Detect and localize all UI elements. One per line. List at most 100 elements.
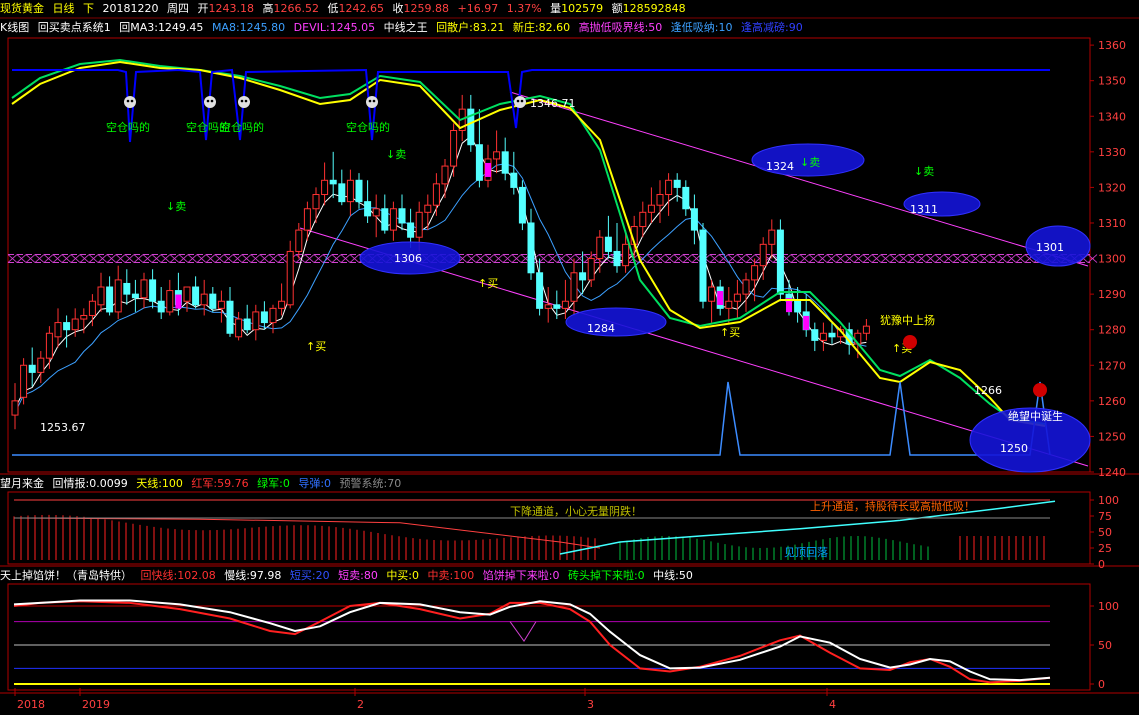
candle-up <box>286 250 294 306</box>
candle-up <box>295 229 303 252</box>
candle-down <box>682 186 690 210</box>
candle-down <box>63 322 71 331</box>
chart-type-label[interactable]: K线图 <box>0 21 29 34</box>
candle-down <box>776 229 784 295</box>
candle-up <box>321 179 329 196</box>
p3-tick-label: 0 <box>1098 678 1105 691</box>
devil-value: DEVIL:1245.05 <box>293 21 376 34</box>
skull-eye <box>244 99 248 103</box>
fast-line <box>13 600 1051 684</box>
candle-down <box>338 183 346 203</box>
candle-up <box>432 183 440 206</box>
candle-up <box>45 332 53 359</box>
panel2-name[interactable]: 望月来金 <box>0 477 44 490</box>
skull-eye <box>516 99 520 103</box>
panel3-short-buy: 短买:20 <box>289 569 330 582</box>
candle-up <box>140 279 148 299</box>
retail-value: 回散户:83.21 <box>436 21 505 34</box>
candle-up <box>372 208 380 217</box>
skull-eye <box>240 99 244 103</box>
empty-position-label: 空仓吗的 <box>220 120 264 134</box>
price-tick-label: 1330 <box>1098 146 1126 159</box>
candle-down <box>364 201 372 217</box>
close-field: 收1259.88 <box>392 2 450 15</box>
candle-up <box>665 179 673 196</box>
candle-up <box>759 243 767 267</box>
candle-up <box>415 211 423 238</box>
candle-up <box>596 236 604 260</box>
king-label: 中线之王 <box>383 21 428 34</box>
candle-down <box>536 272 544 309</box>
panel3-mid-buy: 中买:0 <box>386 569 420 582</box>
empty-position-label: 空仓吗的 <box>346 120 390 134</box>
panel2-warn: 预警系统:70 <box>339 477 402 490</box>
system-label[interactable]: 回买卖点系统1 <box>38 21 111 34</box>
low-buy-value: 逢低吸纳:10 <box>670 21 733 34</box>
p2-tick-label: 25 <box>1098 542 1112 555</box>
period-label[interactable]: 日线 <box>53 2 75 15</box>
candle-up <box>269 307 277 324</box>
candle-up <box>80 314 88 320</box>
buy-signal: ↑买 <box>478 277 498 290</box>
price-tick-label: 1280 <box>1098 324 1126 337</box>
candle-up <box>587 258 595 281</box>
candle-down <box>381 208 389 231</box>
candle-up <box>639 211 647 228</box>
candle-down <box>131 293 139 299</box>
high-field: 高1266.52 <box>262 2 320 15</box>
warning-marker <box>717 291 724 306</box>
sell-signal: ↓卖 <box>914 165 934 178</box>
buy-signal: ↑买 <box>306 340 326 353</box>
symbol-name[interactable]: 现货黄金 <box>0 2 44 15</box>
v1306-label: 1306 <box>394 252 422 265</box>
date-label: 2018 <box>17 698 45 711</box>
candle-down <box>604 236 612 252</box>
volume-field: 量102579 <box>550 2 604 15</box>
hesitate-label: 犹豫中上扬 <box>880 313 935 327</box>
candle-up <box>733 293 741 302</box>
candle-down <box>828 332 836 338</box>
buy-signal: ↑买 <box>720 326 740 339</box>
warning-marker <box>485 162 491 177</box>
p2-tick-label: 100 <box>1098 494 1119 507</box>
ma3-line <box>14 135 867 410</box>
date-label: 3 <box>587 698 594 711</box>
candle-up <box>819 332 827 341</box>
candle-up <box>544 304 552 309</box>
ellipse-1284 <box>565 307 667 337</box>
candle-down <box>673 179 681 188</box>
p3-tick-label: 100 <box>1098 600 1119 613</box>
red-dot-marker <box>903 335 917 349</box>
candle-down <box>501 151 509 174</box>
panel3-slow: 慢线:97.98 <box>224 569 282 582</box>
candle-down <box>475 144 483 181</box>
date-label: 4 <box>829 698 836 711</box>
ma3-value: 回MA3:1249.45 <box>119 21 204 34</box>
candle-down <box>579 272 587 281</box>
candle-up <box>493 151 501 160</box>
candle-up <box>71 318 79 331</box>
panel2-hongjun: 红军:59.76 <box>191 477 249 490</box>
candle-down <box>123 282 131 295</box>
panel2-legend: 望月来金 回情报:0.0099 天线:100 红军:59.76 绿军:0 导弹:… <box>0 476 406 492</box>
candle-up <box>114 279 122 313</box>
despair-label: 绝望中诞生 <box>1008 409 1063 423</box>
candle-up <box>862 325 870 334</box>
price-tick-label: 1270 <box>1098 359 1126 372</box>
skull-eye <box>368 99 372 103</box>
candle-down <box>613 250 621 267</box>
panel3-fast: 回快线:102.08 <box>140 569 216 582</box>
candle-up <box>725 300 733 309</box>
panel3-mid-sell: 中卖:100 <box>427 569 475 582</box>
price-tick-label: 1290 <box>1098 288 1126 301</box>
candle-down <box>355 179 363 203</box>
candle-down <box>811 329 819 341</box>
quote-weekday: 周四 <box>167 2 189 15</box>
candle-up <box>389 208 397 231</box>
candle-down <box>794 300 802 313</box>
panel3-name[interactable]: 天上掉馅饼！（青岛特供） <box>0 569 132 582</box>
candle-down <box>527 222 535 274</box>
candle-up <box>200 293 208 306</box>
skull-eye <box>372 99 376 103</box>
high-value-label: 1346.71 <box>530 97 576 110</box>
